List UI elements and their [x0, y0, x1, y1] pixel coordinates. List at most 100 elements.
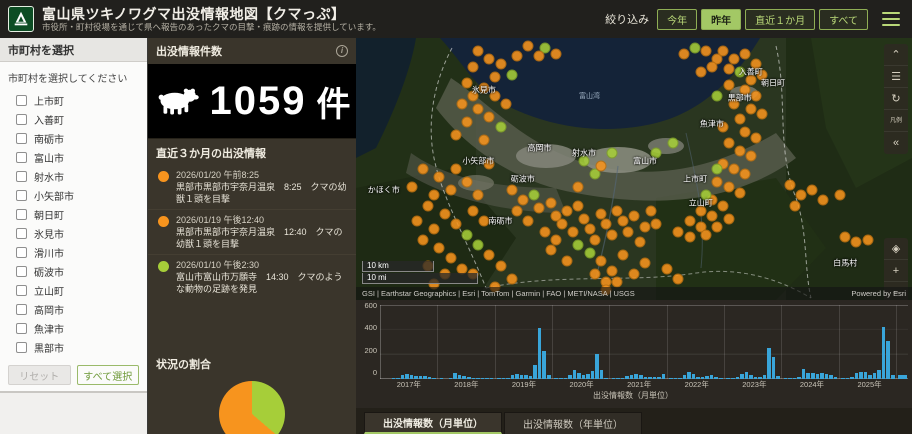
monthly-bar[interactable] [749, 375, 753, 379]
locate-button[interactable]: ◈ [884, 238, 908, 260]
sighting-marker[interactable] [595, 208, 606, 219]
sighting-marker[interactable] [729, 98, 740, 109]
recent-sighting-item[interactable]: 2026/01/20 午前8:25黒部市黒部市宇奈月温泉 8:25 クマの幼獣１… [148, 165, 356, 210]
tab-monthly[interactable]: 出没情報数（月単位） [364, 412, 502, 434]
monthly-bar[interactable] [701, 377, 705, 379]
sighting-marker[interactable] [629, 211, 640, 222]
monthly-bar[interactable] [850, 377, 854, 379]
monthly-bar[interactable] [405, 374, 409, 379]
legend-list-icon[interactable]: ☰ [884, 66, 908, 88]
monthly-bar[interactable] [864, 372, 868, 379]
monthly-bar[interactable] [453, 373, 457, 379]
checkbox-icon[interactable] [16, 133, 27, 144]
sighting-marker[interactable] [740, 48, 751, 59]
monthly-bar[interactable] [788, 378, 792, 379]
municipality-checkbox-row[interactable]: 滑川市 [0, 243, 147, 262]
monthly-bar[interactable] [497, 378, 501, 379]
sighting-marker[interactable] [501, 98, 512, 109]
monthly-bar[interactable] [502, 378, 506, 379]
trace-marker[interactable] [734, 67, 745, 78]
municipality-checkbox-row[interactable]: 朝日町 [0, 205, 147, 224]
monthly-bar[interactable] [678, 378, 682, 379]
sighting-marker[interactable] [734, 145, 745, 156]
sighting-marker[interactable] [462, 77, 473, 88]
checkbox-icon[interactable] [16, 342, 27, 353]
municipality-checkbox-row[interactable]: 氷見市 [0, 224, 147, 243]
sighting-marker[interactable] [712, 221, 723, 232]
monthly-bar[interactable] [458, 375, 462, 379]
monthly-bar[interactable] [898, 375, 906, 379]
monthly-bar[interactable] [825, 374, 829, 379]
sighting-marker[interactable] [740, 169, 751, 180]
sighting-marker[interactable] [540, 226, 551, 237]
monthly-bar[interactable] [705, 376, 709, 379]
monthly-bar[interactable] [547, 375, 551, 379]
sighting-marker[interactable] [617, 250, 628, 261]
monthly-bar[interactable] [802, 369, 806, 379]
sighting-marker[interactable] [695, 205, 706, 216]
sighting-marker[interactable] [428, 224, 439, 235]
sighting-marker[interactable] [662, 263, 673, 274]
sighting-marker[interactable] [467, 205, 478, 216]
chevron-up-icon[interactable]: ⌃ [884, 44, 908, 66]
monthly-bar[interactable] [719, 378, 723, 379]
trace-marker[interactable] [528, 190, 539, 201]
checkbox-icon[interactable] [16, 304, 27, 315]
monthly-bar[interactable] [816, 374, 820, 379]
monthly-bar[interactable] [554, 378, 558, 379]
sighting-marker[interactable] [562, 255, 573, 266]
sighting-marker[interactable] [818, 195, 829, 206]
checkbox-icon[interactable] [16, 190, 27, 201]
sighting-marker[interactable] [640, 221, 651, 232]
municipality-checkbox-row[interactable]: 魚津市 [0, 319, 147, 338]
sighting-marker[interactable] [734, 114, 745, 125]
monthly-bar[interactable] [868, 375, 872, 379]
trace-marker[interactable] [606, 148, 617, 159]
monthly-bar[interactable] [745, 372, 749, 379]
sighting-marker[interactable] [606, 266, 617, 277]
trace-marker[interactable] [651, 148, 662, 159]
checkbox-icon[interactable] [16, 171, 27, 182]
monthly-bar[interactable] [648, 377, 652, 379]
sighting-marker[interactable] [606, 229, 617, 240]
sighting-marker[interactable] [545, 245, 556, 256]
sighting-marker[interactable] [484, 250, 495, 261]
monthly-bar[interactable] [820, 373, 824, 379]
sighting-marker[interactable] [695, 67, 706, 78]
sighting-marker[interactable] [573, 200, 584, 211]
monthly-bar[interactable] [710, 375, 714, 379]
trace-marker[interactable] [578, 156, 589, 167]
monthly-bar[interactable] [612, 378, 616, 379]
sighting-marker[interactable] [484, 158, 495, 169]
monthly-bar[interactable] [731, 378, 735, 379]
checkbox-icon[interactable] [16, 228, 27, 239]
monthly-bar[interactable] [401, 375, 405, 379]
monthly-bar[interactable] [467, 377, 471, 379]
monthly-bar[interactable] [669, 378, 673, 379]
sighting-marker[interactable] [723, 137, 734, 148]
sighting-marker[interactable] [723, 80, 734, 91]
monthly-bar[interactable] [662, 374, 666, 379]
monthly-bar[interactable] [520, 375, 524, 379]
municipality-checkbox-row[interactable]: 南砺市 [0, 129, 147, 148]
checkbox-icon[interactable] [16, 152, 27, 163]
monthly-bar[interactable] [414, 376, 418, 379]
monthly-bar[interactable] [419, 376, 423, 379]
sighting-marker[interactable] [517, 195, 528, 206]
sighting-marker[interactable] [590, 234, 601, 245]
monthly-bar[interactable] [529, 376, 533, 379]
municipality-checkbox-row[interactable]: 上市町 [0, 91, 147, 110]
monthly-bar[interactable] [657, 377, 661, 379]
monthly-bar[interactable] [834, 377, 838, 379]
sighting-marker[interactable] [723, 64, 734, 75]
sighting-marker[interactable] [651, 219, 662, 230]
monthly-bar[interactable] [714, 377, 718, 379]
trace-marker[interactable] [506, 69, 517, 80]
trace-marker[interactable] [667, 137, 678, 148]
filter-button-直近１か月[interactable]: 直近１か月 [745, 9, 815, 30]
sighting-marker[interactable] [706, 211, 717, 222]
sighting-marker[interactable] [795, 190, 806, 201]
sighting-marker[interactable] [840, 232, 851, 243]
sighting-marker[interactable] [701, 46, 712, 57]
municipality-checkbox-row[interactable]: 立山町 [0, 281, 147, 300]
